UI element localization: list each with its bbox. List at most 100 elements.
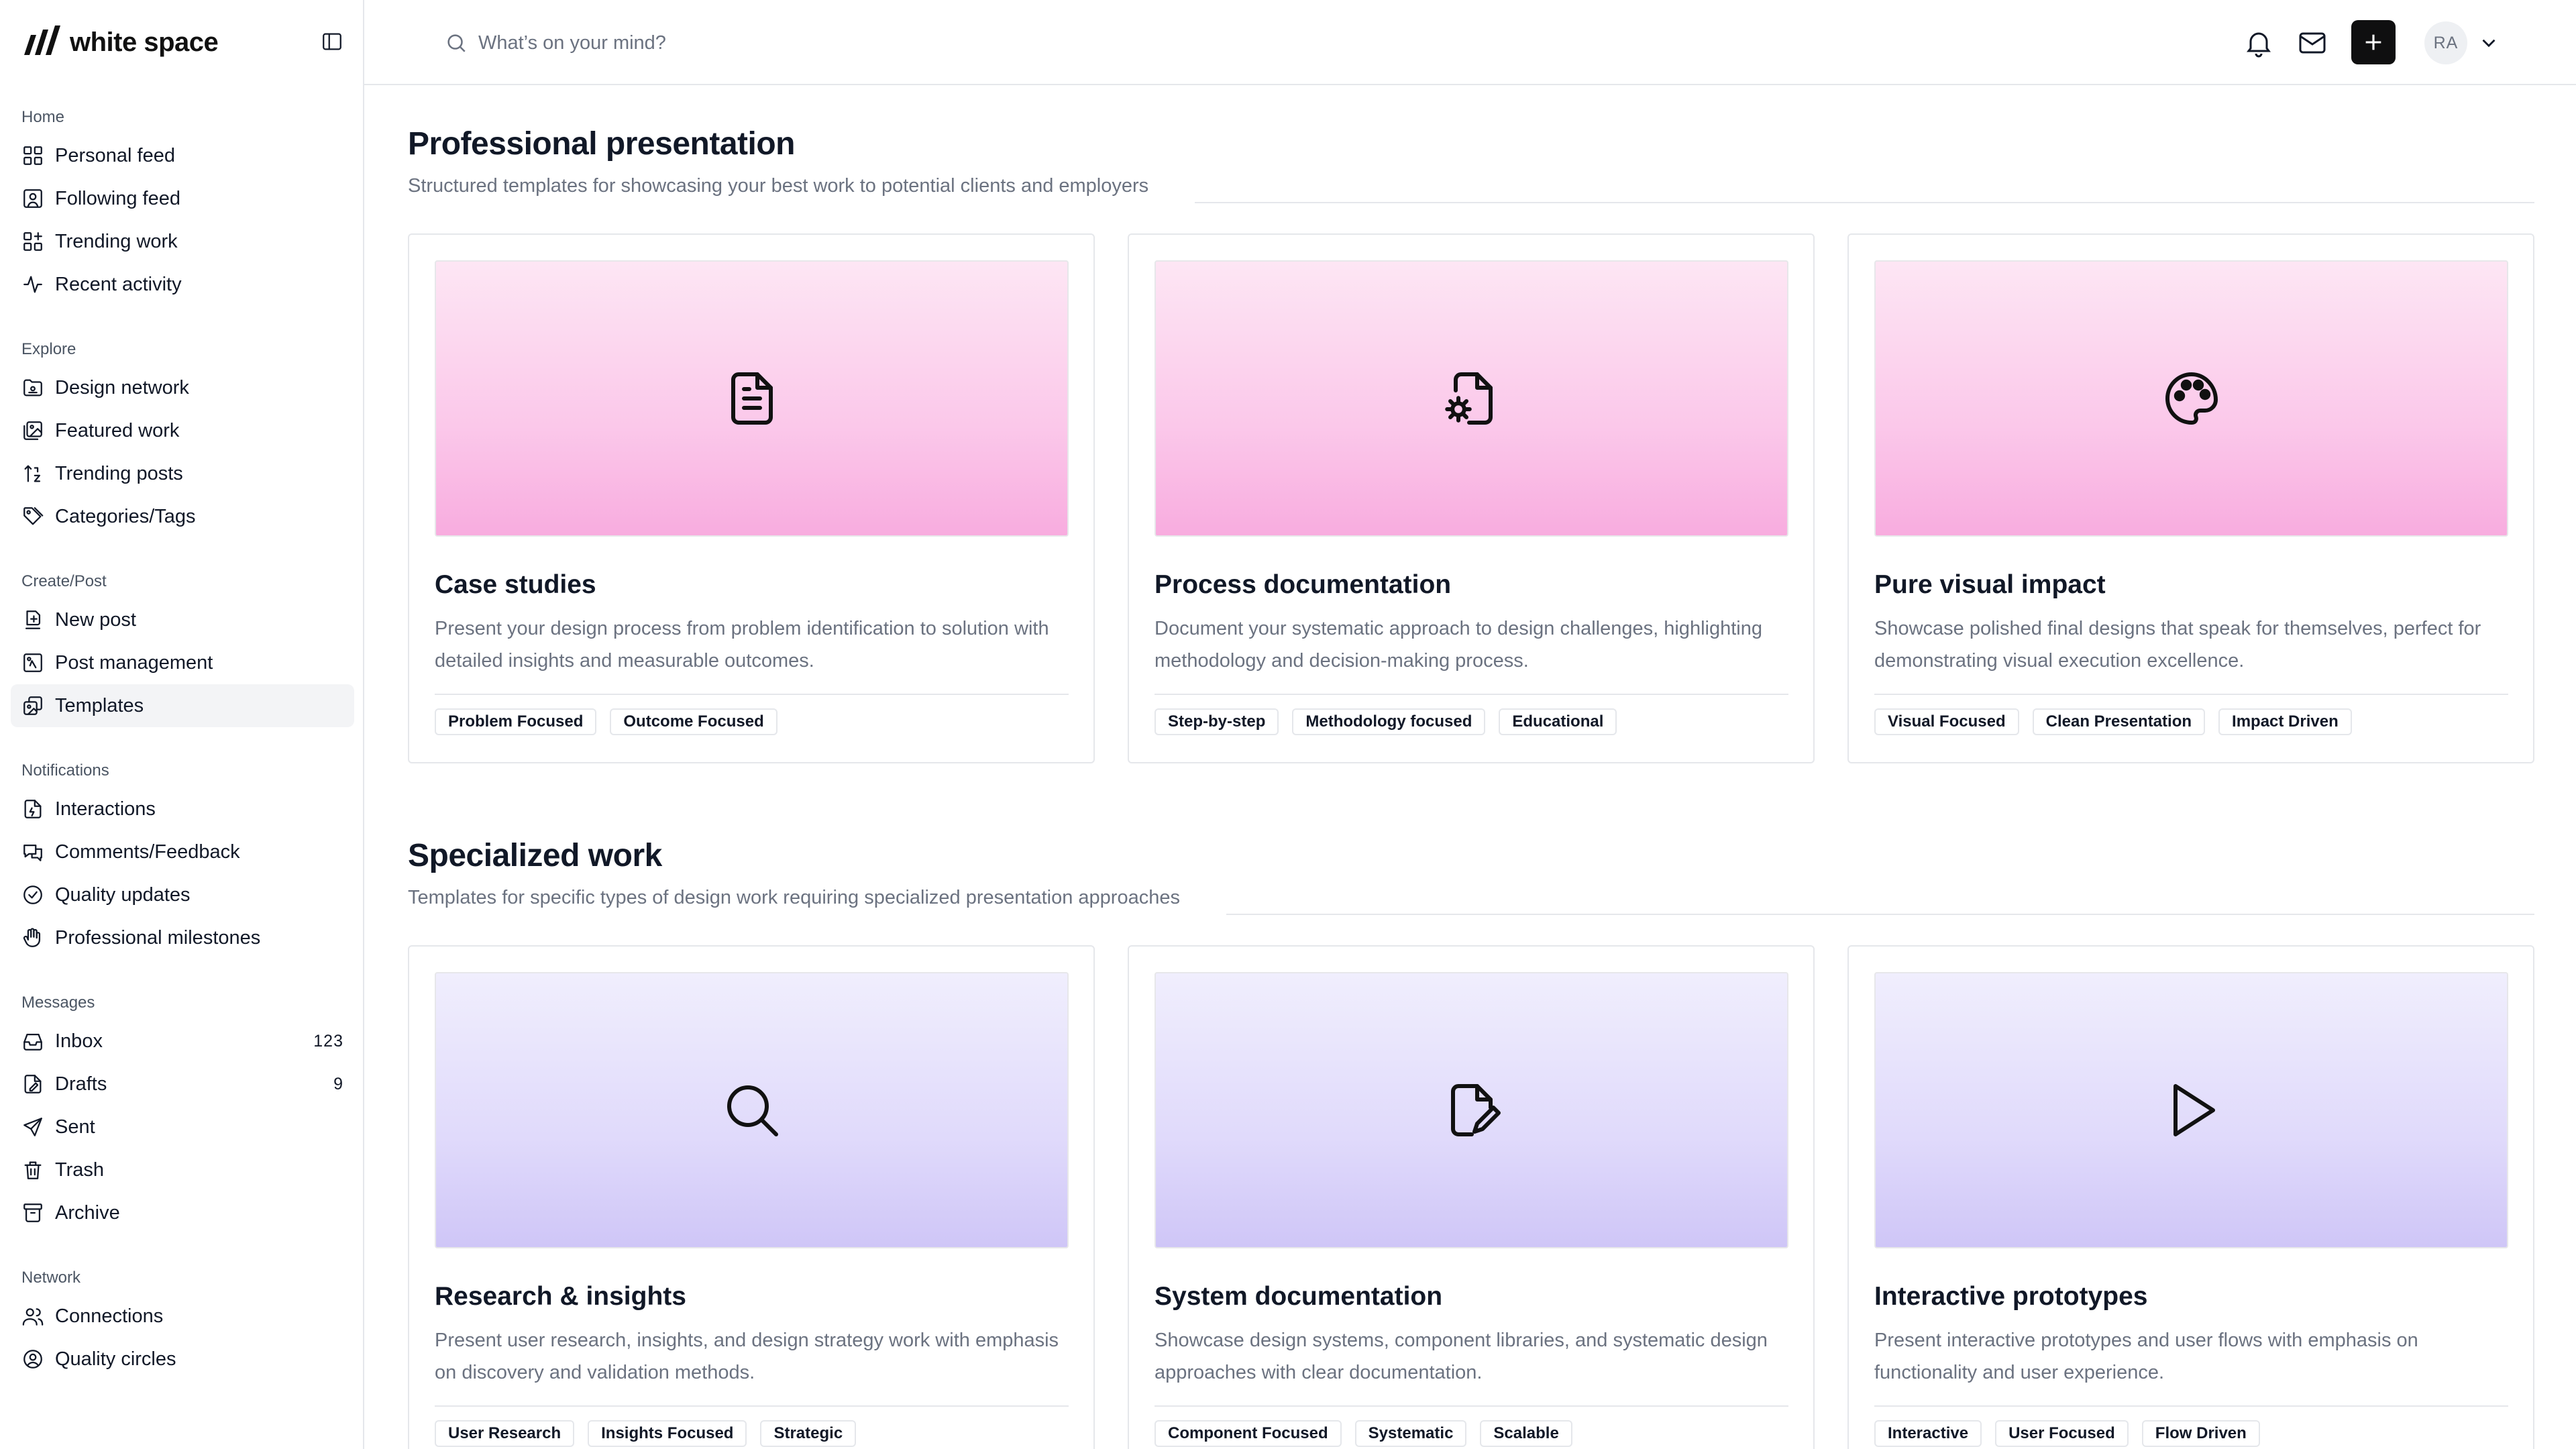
section-subtitle: Structured templates for showcasing your… [408,175,1149,197]
folder-network-icon [23,379,42,396]
users-icon [22,1308,44,1326]
play-icon [2173,1084,2215,1136]
tag-list: Step-by-step Methodology focused Education… [1155,708,1617,735]
sidebar: white space Home Personal feed Following f… [0,0,364,1449]
nav-group-notifications: Notifications Interactions Comments/Feedba… [11,754,354,959]
tag-chip: Impact Driven [2218,708,2352,735]
trash-icon [24,1161,42,1179]
sidebar-item-following-feed[interactable]: Following feed [11,177,354,220]
sidebar-item-label: Quality updates [55,883,191,906]
file-pen-icon [1450,1084,1501,1136]
card-divider [1874,694,2508,695]
sidebar-item-connections[interactable]: Connections [11,1295,354,1338]
sidebar-item-professional-milestones[interactable]: Professional milestones [11,916,354,959]
bell-icon[interactable] [2243,27,2275,59]
chevron-down-icon[interactable] [2477,32,2500,54]
avatar[interactable]: RA [2424,21,2467,64]
template-card-interactive-prototypes[interactable]: Interactive prototypes Present interactiv… [1847,945,2534,1449]
sidebar-item-label: Professional milestones [55,926,261,949]
section-title: Specialized work [408,837,678,874]
sidebar-item-interactions[interactable]: Interactions [11,788,354,830]
sidebar-item-post-management[interactable]: Post management [11,641,354,684]
card-grid: Research & insights Present user research… [408,945,2534,1449]
sidebar-item-design-network[interactable]: Design network [11,366,354,409]
sidebar-item-label: Post management [55,651,213,674]
app-root: white space Home Personal feed Following f… [0,0,2576,1449]
nav-group-create-post: Create/Post New post Post management Templa… [11,565,354,727]
layout-grid-plus-icon [23,232,42,251]
template-description: Present your design process from problem… [435,618,1049,672]
section-title: Professional presentation [408,125,811,162]
search-input[interactable] [478,32,1082,54]
section-header: Specialized work [408,837,2534,915]
sidebar-item-label: Personal feed [55,144,175,166]
template-title: Case studies [435,570,596,599]
tag-list: Visual Focused Clean Presentation Impact D… [1874,708,2352,735]
sidebar-item-drafts[interactable]: Drafts 9 [11,1063,354,1106]
sidebar-item-label: Recent activity [55,273,182,295]
template-card-system-documentation[interactable]: System documentation Showcase design syst… [1128,945,1815,1449]
tag-chip: Educational [1499,708,1617,735]
template-card-process-documentation[interactable]: Process documentation Document your syste… [1128,233,1815,763]
tag-list: Component Focused Systematic Scalable [1155,1420,1572,1447]
template-card-pure-visual-impact[interactable]: Pure visual impact Showcase polished fina… [1847,233,2534,763]
tag-chip: Systematic [1354,1420,1467,1447]
sidebar-item-trash[interactable]: Trash [11,1148,354,1191]
sidebar-item-recent-activity[interactable]: Recent activity [11,263,354,306]
sidebar-item-categories-tags[interactable]: Categories/Tags [11,495,354,538]
create-button[interactable] [2351,20,2396,64]
search-box[interactable] [445,28,1082,58]
tag-chip: User Focused [1995,1420,2129,1447]
sidebar-item-archive[interactable]: Archive [11,1191,354,1234]
sidebar-item-label: Trending work [55,230,178,252]
mail-icon[interactable] [2296,27,2328,59]
sidebar-item-quality-updates[interactable]: Quality updates [11,873,354,916]
template-description: Showcase polished final designs that spe… [1874,618,2481,672]
sidebar-item-comments-feedback[interactable]: Comments/Feedback [11,830,354,873]
sidebar-item-label: Featured work [55,419,180,441]
sidebar-item-label: Following feed [55,187,180,209]
file-bolt-icon [24,800,42,818]
check-circle-icon [23,885,42,904]
inbox-icon [23,1033,42,1051]
nav-group-title: Notifications [21,761,109,780]
tag-chip: Methodology focused [1292,708,1486,735]
sidebar-item-label: Categories/Tags [55,505,196,527]
sort-icon [24,465,41,482]
layout-grid-icon [23,146,42,165]
tag-chip: Interactive [1874,1420,1982,1447]
sidebar-item-label: Inbox [55,1030,103,1052]
template-card-case-studies[interactable]: Case studies Present your design process … [408,233,1095,763]
template-thumbnail [435,972,1069,1248]
template-title: Interactive prototypes [1874,1282,2148,1311]
section-divider [1195,202,2534,203]
activity-icon [23,276,42,293]
sidebar-item-personal-feed[interactable]: Personal feed [11,134,354,177]
sidebar-toggle-icon[interactable] [321,30,343,53]
section-professional-presentation: Professional presentation Structured tem… [408,125,2534,763]
sidebar-item-label: Quality circles [55,1348,176,1370]
sidebar-item-label: Trash [55,1159,105,1181]
avatar-initials: RA [2433,33,2459,52]
sidebar-item-sent[interactable]: Sent [11,1106,354,1148]
tag-chip: Outcome Focused [610,708,777,735]
sidebar-item-label: Trending posts [55,462,183,484]
brand[interactable]: white space [20,20,219,64]
sidebar-item-trending-posts[interactable]: Trending posts [11,452,354,495]
unread-count-badge: 9 [333,1074,343,1093]
template-card-research-insights[interactable]: Research & insights Present user research… [408,945,1095,1449]
plus-icon [2365,34,2381,50]
sidebar-item-trending-work[interactable]: Trending work [11,220,354,263]
tag-chip: Flow Driven [2141,1420,2260,1447]
card-divider [1874,1405,2508,1407]
sidebar-item-featured-work[interactable]: Featured work [11,409,354,452]
sidebar-item-inbox[interactable]: Inbox 123 [11,1020,354,1063]
sidebar-item-quality-circles[interactable]: Quality circles [11,1338,354,1381]
tag-list: Problem Focused Outcome Focused [435,708,777,735]
sidebar-item-new-post[interactable]: New post [11,598,354,641]
template-thumbnail [1874,260,2508,537]
sidebar-item-label: Connections [55,1305,164,1327]
nav-group-title: Messages [21,994,95,1012]
user-square-icon [23,189,42,208]
sidebar-item-templates[interactable]: Templates [11,684,354,727]
